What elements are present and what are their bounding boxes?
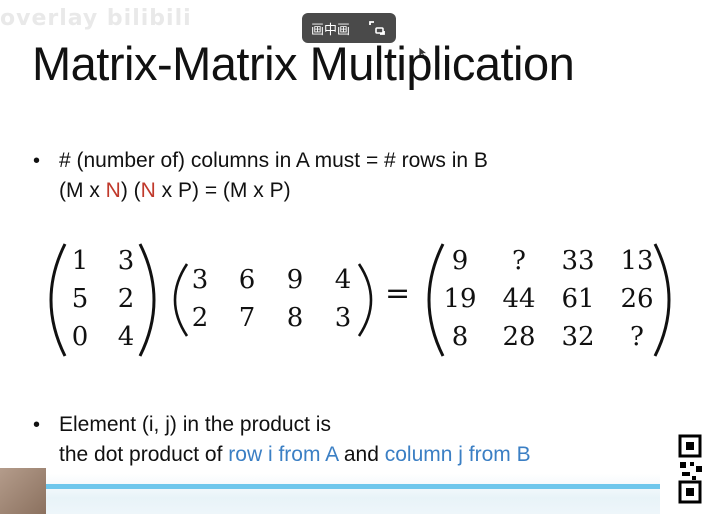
expand-icon[interactable]	[367, 19, 387, 37]
matrix-a-cell: 5	[71, 284, 89, 314]
row-highlight: row i from A	[228, 443, 338, 466]
bullet-line-2: (M x N) (N x P) = (M x P)	[59, 176, 291, 206]
matrix-a-cell: 1	[71, 246, 89, 276]
matrix-b-cell: 6	[238, 265, 256, 295]
matrix-c-cell: 9	[451, 246, 469, 276]
dim-n-highlight: N	[140, 179, 156, 202]
matrix-c-cell: 28	[502, 322, 536, 352]
dim-text: ) (	[120, 179, 141, 202]
bullet-dot: •	[33, 414, 41, 436]
dot-product-text: the dot product of	[59, 443, 229, 466]
dim-text: x P) = (M x P)	[155, 179, 291, 202]
bullet2-line-2: the dot product of row i from A and colu…	[59, 440, 531, 470]
matrix-b-cell: 3	[191, 265, 209, 295]
qr-code-icon[interactable]	[676, 432, 704, 514]
matrix-b-cell: 2	[191, 303, 209, 333]
dim-text: (M x	[59, 179, 106, 202]
matrix-b-cell: 9	[286, 265, 304, 295]
matrix-c-cell: 13	[620, 246, 654, 276]
matrix-c-cell: 8	[451, 322, 469, 352]
matrix-a-cell: 0	[71, 322, 89, 352]
pip-label: 画中画	[311, 22, 351, 38]
matrix-b-cell: 8	[286, 303, 304, 333]
equals-sign: =	[385, 276, 411, 311]
slide-title: Matrix-Matrix Multiplication	[32, 37, 575, 90]
dim-n-highlight: N	[105, 179, 121, 202]
bullet2-line-1: Element (i, j) in the product is	[59, 413, 331, 436]
matrix-b-cell: 7	[238, 303, 256, 333]
bullet-dot: •	[33, 150, 41, 172]
matrix-b-right-paren	[357, 263, 373, 337]
matrix-c-cell: 19	[443, 284, 477, 314]
progress-bar[interactable]	[0, 484, 660, 489]
bullet-line-1: # (number of) columns in A must = # rows…	[59, 149, 488, 172]
matrix-c-cell: ?	[512, 246, 526, 276]
and-text: and	[338, 443, 385, 466]
matrix-c-right-paren	[653, 243, 671, 357]
matrix-a-right-paren	[138, 243, 156, 357]
matrix-c-cell: 26	[620, 284, 654, 314]
matrix-c-cell: 44	[502, 284, 536, 314]
matrix-c-cell: 61	[561, 284, 595, 314]
matrix-c-cell: 32	[561, 322, 595, 352]
watermark: overlay bilibili	[0, 6, 192, 31]
column-highlight: column j from B	[384, 443, 531, 466]
player-bottom-shade	[0, 474, 660, 514]
matrix-c-cell: ?	[630, 322, 644, 352]
presenter-thumbnail	[0, 468, 46, 514]
matrix-c-cell: 33	[561, 246, 595, 276]
